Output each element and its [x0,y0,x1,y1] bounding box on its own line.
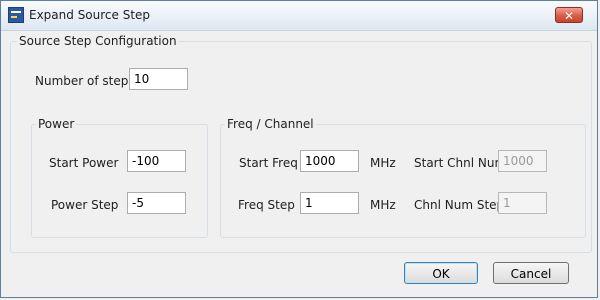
start-chnl-num-label: Start Chnl Num [414,156,507,170]
close-button[interactable]: ✕ [555,7,583,23]
window-title: Expand Source Step [29,8,151,22]
num-steps-input[interactable] [129,68,188,90]
power-step-label: Power Step [51,198,119,212]
start-freq-label: Start Freq [239,156,298,170]
power-step-input[interactable] [127,192,186,214]
dialog-window: Expand Source Step ✕ Source Step Configu… [0,0,598,298]
freq-step-unit: MHz [370,198,396,212]
start-power-input[interactable] [127,150,186,172]
freq-step-label: Freq Step [238,198,295,212]
freq-channel-group: Freq / Channel Start Freq MHz Start Chnl… [220,117,586,238]
start-chnl-num-input [498,150,547,172]
num-steps-label: Number of steps [35,74,135,88]
cancel-button[interactable]: Cancel [493,262,569,284]
freq-step-input[interactable] [300,192,359,214]
start-power-label: Start Power [49,156,119,170]
ok-button[interactable]: OK [404,262,478,284]
title-bar[interactable]: Expand Source Step ✕ [1,1,597,31]
start-freq-input[interactable] [300,150,359,172]
source-step-config-group: Source Step Configuration Number of step… [10,34,592,253]
power-legend: Power [36,117,77,131]
power-group: Power Start Power Power Step [31,117,208,238]
chnl-num-step-label: Chnl Num Step [414,198,505,212]
dialog-client: Source Step Configuration Number of step… [9,31,592,291]
chnl-num-step-input [498,192,547,214]
start-freq-unit: MHz [370,156,396,170]
freq-legend: Freq / Channel [225,117,316,131]
app-icon [8,7,24,23]
config-legend: Source Step Configuration [17,34,179,48]
